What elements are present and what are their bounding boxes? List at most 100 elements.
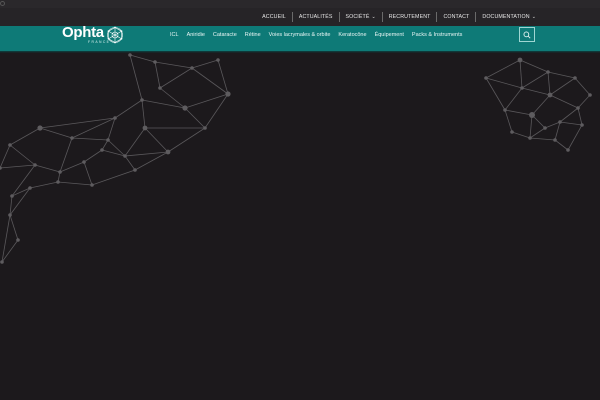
network-line (559, 107, 579, 123)
network-line (191, 59, 219, 69)
network-node (203, 126, 207, 130)
main-nav-keratocone[interactable]: Keratocône (338, 32, 366, 38)
network-line (504, 109, 533, 116)
network-line (504, 109, 513, 133)
network-line (549, 94, 579, 109)
network-node (182, 105, 188, 111)
network-line (83, 161, 93, 186)
top-nav-accueil[interactable]: ACCUEIL (256, 12, 292, 22)
search-button[interactable] (519, 27, 535, 42)
network-node (100, 148, 104, 152)
network-line (184, 93, 229, 109)
network-node (128, 53, 132, 57)
network-node (528, 136, 532, 140)
network-line (9, 144, 36, 166)
main-nav-retine[interactable]: Rétine (245, 32, 261, 38)
network-node (558, 120, 562, 124)
network-node (113, 116, 117, 120)
network-line (547, 71, 551, 96)
network-line (154, 61, 193, 69)
chevron-down-icon: ⌄ (371, 14, 376, 20)
top-nav-recrutement[interactable]: RECRUTEMENT (383, 12, 437, 22)
network-node (140, 98, 144, 102)
top-nav-societe[interactable]: SOCIÉTÉ ⌄ (340, 12, 382, 22)
main-nav-equipement[interactable]: Équipement (375, 32, 404, 38)
network-node (484, 76, 488, 80)
network-node (70, 136, 74, 140)
network-node (510, 130, 514, 134)
network-node (123, 154, 127, 158)
network-line (83, 149, 103, 163)
network-node (0, 260, 4, 264)
top-nav: ACCUEIL ACTUALITÉS SOCIÉTÉ ⌄ RECRUTEMENT … (256, 8, 542, 26)
main-nav-packs-instruments[interactable]: Packs & Instruments (412, 32, 462, 38)
network-line (1, 214, 11, 263)
network-line (11, 164, 36, 197)
brand-tagline: FRANCE (88, 40, 111, 44)
main-nav-voies-lacrymales[interactable]: Voies lacrymales & orbite (269, 32, 331, 38)
network-node (56, 180, 60, 184)
top-nav-contact[interactable]: CONTACT (437, 12, 475, 22)
network-node (580, 123, 584, 127)
network-line (191, 67, 229, 95)
network-node (517, 57, 523, 63)
main-nav-shadow (0, 51, 600, 53)
main-nav-cataracte[interactable]: Cataracte (213, 32, 237, 38)
brand-name: Ophta (62, 24, 104, 41)
network-line (519, 59, 523, 89)
network-node (37, 125, 43, 131)
top-nav-label: ACTUALITÉS (298, 14, 333, 20)
network-line (159, 67, 193, 89)
network-line (577, 107, 583, 126)
network-line (154, 61, 161, 89)
network-node (573, 76, 577, 80)
network-node (8, 213, 12, 217)
network-line (554, 121, 561, 141)
network-line (124, 127, 146, 157)
network-line (167, 127, 206, 153)
network-node (28, 186, 32, 190)
network-node (82, 160, 86, 164)
network-line (141, 99, 146, 129)
brand-logo[interactable]: Ophta FRANCE (62, 25, 124, 47)
main-nav-aniridie[interactable]: Aniridie (187, 32, 205, 38)
network-node (90, 183, 94, 187)
network-line (529, 127, 546, 139)
network-line (1, 239, 19, 263)
network-line (91, 169, 136, 186)
network-line (129, 54, 156, 63)
main-nav-icl[interactable]: ICL (170, 32, 179, 38)
network-line (184, 107, 206, 129)
network-line (9, 127, 41, 146)
chevron-down-icon: ⌄ (531, 14, 536, 20)
network-line (39, 127, 73, 139)
network-node (529, 112, 535, 118)
network-node (520, 86, 524, 90)
network-line (521, 87, 551, 96)
network-background (0, 53, 592, 264)
network-node (16, 238, 20, 242)
network-line (529, 137, 556, 141)
network-node (553, 138, 557, 142)
top-nav-label: DOCUMENTATION (482, 14, 530, 20)
network-line (559, 121, 583, 126)
network-line (519, 59, 549, 73)
network-line (521, 71, 549, 89)
network-line (531, 94, 551, 116)
network-node (225, 91, 231, 97)
network-line (577, 94, 591, 109)
network-node (576, 106, 580, 110)
top-nav-label: RECRUTEMENT (388, 14, 431, 20)
network-line (204, 93, 229, 129)
network-node (216, 58, 220, 62)
top-nav-actualites[interactable]: ACTUALITÉS (293, 12, 339, 22)
network-line (547, 71, 576, 79)
top-nav-documentation[interactable]: DOCUMENTATION ⌄ (476, 12, 542, 22)
network-line (511, 131, 531, 139)
network-node (547, 92, 553, 98)
network-line (59, 161, 85, 173)
network-node (546, 70, 550, 74)
network-node (10, 194, 14, 198)
network-line (544, 121, 561, 129)
network-node (543, 126, 547, 130)
